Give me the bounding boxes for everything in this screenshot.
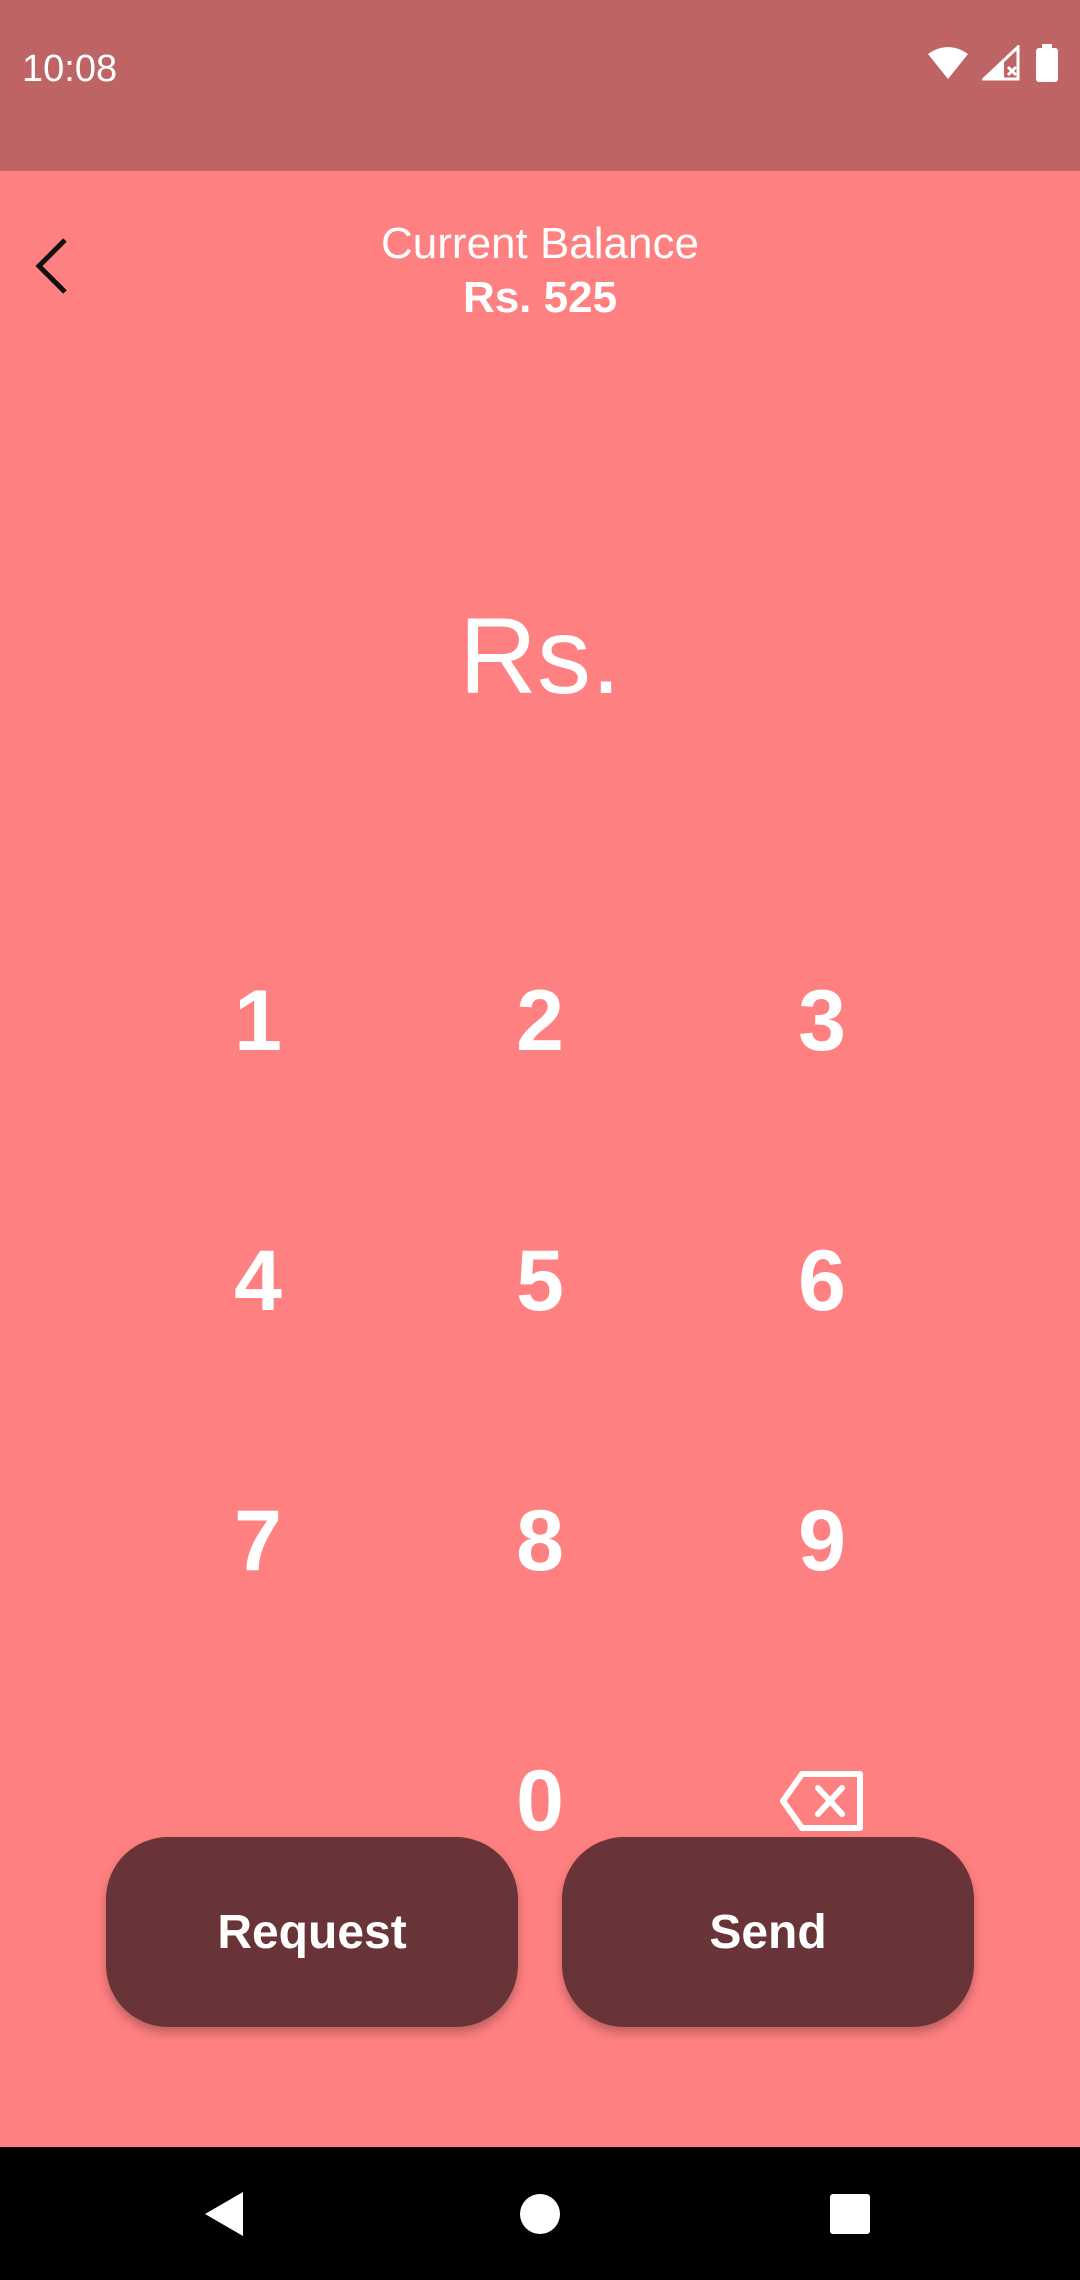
key-5[interactable]: 5	[399, 1151, 681, 1411]
nav-home-button[interactable]	[480, 2147, 600, 2280]
request-button[interactable]: Request	[106, 1837, 518, 2027]
wifi-icon	[928, 47, 968, 79]
keypad: 1 2 3 4 5 6 7 8 9 0	[117, 891, 963, 1931]
status-icons	[928, 44, 1058, 82]
amount-display: Rs.	[459, 595, 621, 716]
key-7[interactable]: 7	[117, 1411, 399, 1671]
nav-back-button[interactable]	[165, 2147, 285, 2280]
balance-label: Current Balance	[381, 219, 699, 268]
status-time: 10:08	[22, 48, 118, 90]
key-1[interactable]: 1	[117, 891, 399, 1151]
home-circle-icon	[520, 2193, 560, 2234]
balance-value: Rs. 525	[462, 273, 618, 322]
battery-icon	[1036, 44, 1058, 82]
back-triangle-icon	[205, 2191, 243, 2236]
signal-icon	[982, 45, 1020, 81]
send-button[interactable]: Send	[562, 1837, 974, 2027]
nav-bar	[0, 2147, 1080, 2280]
status-bar: 10:08	[0, 0, 1080, 171]
key-4[interactable]: 4	[117, 1151, 399, 1411]
backspace-icon	[780, 1771, 863, 1831]
action-buttons: Request Send	[106, 1837, 974, 2027]
key-6[interactable]: 6	[681, 1151, 963, 1411]
recents-square-icon	[830, 2193, 870, 2234]
key-3[interactable]: 3	[681, 891, 963, 1151]
key-9[interactable]: 9	[681, 1411, 963, 1671]
nav-recents-button[interactable]	[790, 2147, 910, 2280]
key-8[interactable]: 8	[399, 1411, 681, 1671]
key-2[interactable]: 2	[399, 891, 681, 1151]
main-screen: Current Balance Rs. 525 Rs. 1 2 3 4 5 6 …	[0, 171, 1080, 2147]
